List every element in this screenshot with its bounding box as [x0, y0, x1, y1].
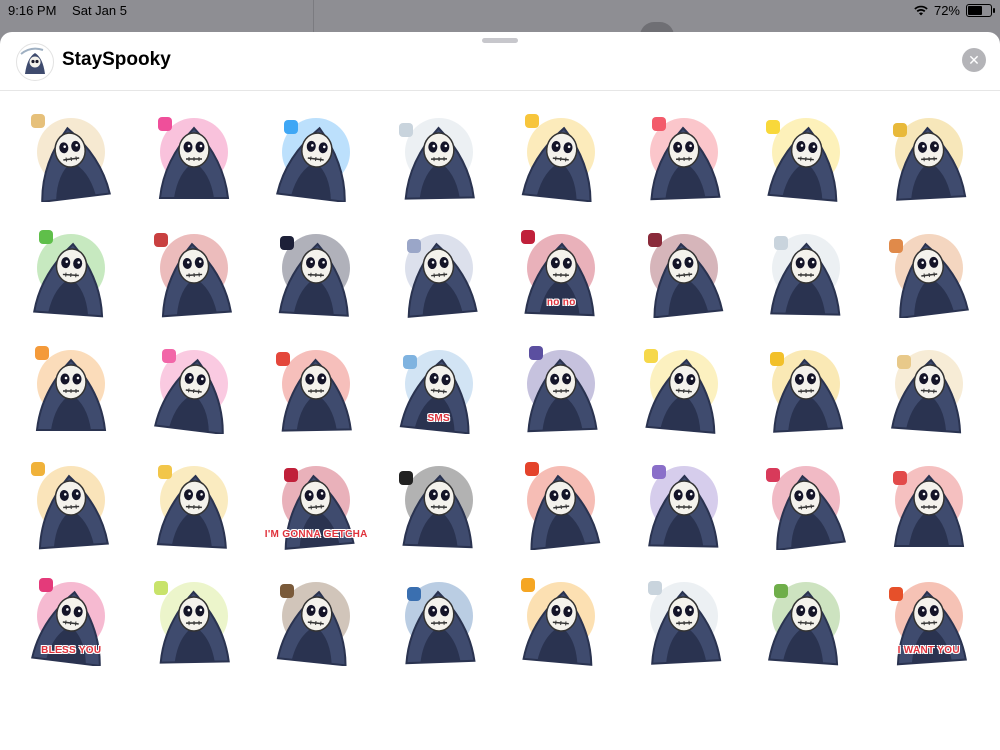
battery-percent: 72%	[933, 3, 960, 18]
sheet-grabber[interactable]	[482, 38, 518, 43]
sticker-art	[157, 117, 229, 199]
reaper-flaming-skull-icon[interactable]	[500, 558, 623, 674]
sticker-art	[35, 346, 107, 431]
reaper-i-want-you-icon[interactable]: I WANT YOU	[868, 558, 991, 674]
sticker-art	[766, 466, 847, 550]
reaper-argh-icon[interactable]	[745, 326, 868, 442]
app-title: StaySpooky	[62, 49, 171, 70]
reaper-window-night-icon[interactable]	[500, 326, 623, 442]
sticker-art	[521, 578, 596, 666]
reaper-scythe-thinking-icon[interactable]	[745, 210, 868, 326]
sticker-art	[404, 234, 478, 318]
reaper-sticker-icon	[16, 43, 54, 81]
reaper-sleepy-hourglass-icon[interactable]	[255, 558, 378, 674]
sticker-art	[156, 465, 228, 549]
sticker-art	[276, 582, 351, 666]
sticker-art	[643, 349, 718, 434]
reaper-sombrero-icon[interactable]	[255, 326, 378, 442]
sticker-art	[770, 350, 844, 433]
sticker-label: I'M GONNA GETCHA	[264, 529, 368, 540]
sticker-label: BLESS YOU	[41, 645, 102, 656]
reaper-money-fans-icon[interactable]	[10, 210, 133, 326]
reaper-guitar-rock-icon[interactable]	[500, 442, 623, 558]
sticker-art	[31, 114, 112, 202]
reaper-pirate-flag-icon[interactable]	[378, 442, 501, 558]
sticker-art	[888, 234, 969, 318]
reaper-cat-hug-icon[interactable]	[10, 326, 133, 442]
background-split-divider	[313, 0, 314, 32]
reaper-okay-icon[interactable]	[133, 442, 256, 558]
status-time: 9:16 PM	[8, 3, 57, 18]
status-right: 72%	[914, 3, 995, 18]
reaper-moon-cookies-icon[interactable]	[378, 558, 501, 674]
reaper-sms-icon[interactable]: SMS	[378, 326, 501, 442]
reaper-celebration-icon[interactable]	[745, 94, 868, 210]
reaper-balloons-icon[interactable]	[623, 94, 746, 210]
sticker-art	[768, 582, 841, 666]
sticker-art	[153, 233, 232, 318]
reaper-wizard-icon[interactable]	[133, 558, 256, 674]
sticker-art	[398, 466, 473, 549]
reaper-party-ghost-icon[interactable]	[500, 94, 623, 210]
reaper-thinking-icon[interactable]	[623, 210, 746, 326]
sticker-art	[398, 118, 475, 200]
reaper-scythe-laughing-icon[interactable]	[10, 94, 133, 210]
sticker-art	[649, 117, 721, 201]
sticker-art	[890, 350, 963, 434]
sticker-label: I WANT YOU	[897, 645, 960, 656]
reaper-blowing-kisses-icon[interactable]	[133, 94, 256, 210]
reaper-trumpet-icon[interactable]	[10, 442, 133, 558]
sticker-art	[33, 230, 106, 318]
header-divider	[0, 90, 1000, 91]
sticker-art	[647, 465, 719, 548]
reaper-hooded-dark-icon[interactable]	[255, 210, 378, 326]
sticker-art	[770, 234, 841, 316]
reaper-scythe-pout-icon[interactable]	[623, 558, 746, 674]
sticker-sheet: StaySpooky ✕ no no SMS I'M GONNA GETCHA BLE…	[0, 32, 1000, 750]
status-date: Sat Jan 5	[72, 3, 127, 18]
close-icon[interactable]: ✕	[962, 48, 986, 72]
reaper-knock-icon[interactable]	[623, 442, 746, 558]
reaper-old-man-hug-icon[interactable]	[133, 326, 256, 442]
sticker-art	[278, 234, 351, 317]
sticker-art	[647, 233, 724, 318]
sticker-art	[404, 582, 476, 665]
sticker-label: no no	[546, 297, 576, 308]
reaper-facepalm-icon[interactable]	[378, 210, 501, 326]
status-left: 9:16 PM Sat Jan 5	[8, 3, 139, 18]
sticker-art	[892, 466, 964, 547]
sticker-art	[525, 462, 601, 550]
sticker-label: SMS	[427, 413, 451, 424]
sticker-art	[527, 346, 598, 433]
sticker-grid: no no SMS I'M GONNA GETCHA BLESS YOU I WANT …	[10, 94, 990, 674]
reaper-smoking-icon[interactable]	[133, 210, 256, 326]
reaper-scroll-list-icon[interactable]	[868, 326, 991, 442]
reaper-hourglass-icon[interactable]	[868, 210, 991, 326]
sticker-art	[521, 114, 596, 202]
sticker-art	[766, 118, 841, 202]
reaper-make-love-icon[interactable]	[623, 326, 746, 442]
sticker-art	[647, 581, 722, 665]
reaper-scythe-shrug-icon[interactable]	[378, 94, 501, 210]
sticker-art	[276, 350, 353, 432]
status-bar: 9:16 PM Sat Jan 5 72%	[0, 0, 1000, 24]
reaper-gonna-getcha-icon[interactable]: I'M GONNA GETCHA	[255, 442, 378, 558]
sticker-art	[31, 462, 110, 550]
reaper-rip-grave-icon[interactable]	[745, 558, 868, 674]
reaper-trophy-icon[interactable]	[868, 94, 991, 210]
sticker-art	[153, 581, 230, 664]
reaper-blue-flames-icon[interactable]	[255, 94, 378, 210]
sticker-art	[276, 118, 351, 202]
sticker-art	[892, 118, 967, 201]
reaper-potion-icon[interactable]	[868, 442, 991, 558]
reaper-no-no-icon[interactable]: no no	[500, 210, 623, 326]
battery-icon	[966, 4, 995, 17]
reaper-tell-me-your-name-icon[interactable]	[745, 442, 868, 558]
wifi-icon	[914, 5, 928, 16]
sticker-art	[153, 349, 228, 434]
reaper-bless-you-icon[interactable]: BLESS YOU	[10, 558, 133, 674]
battery-level	[968, 6, 983, 15]
